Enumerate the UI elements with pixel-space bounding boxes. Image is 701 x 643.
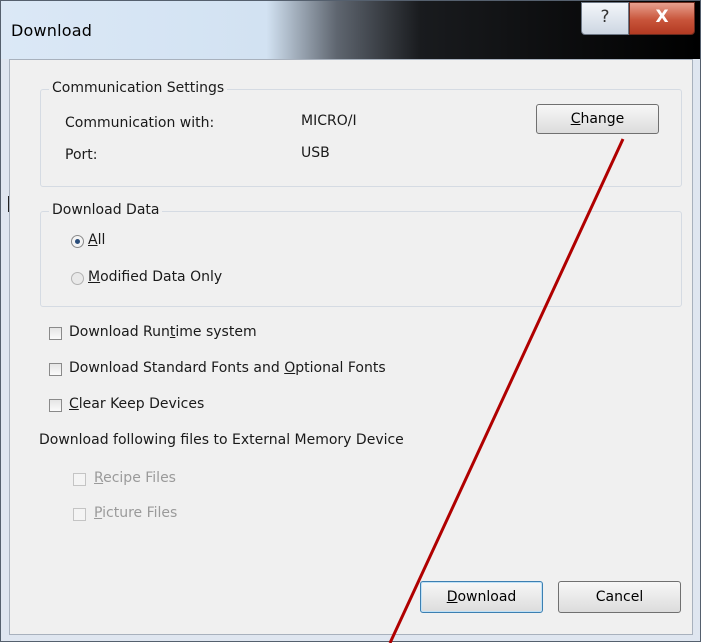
clear-keep-devices-label[interactable]: Clear Keep Devices <box>69 396 204 412</box>
recipe-files-checkbox[interactable] <box>73 473 86 486</box>
cancel-button-label: Cancel <box>595 589 644 605</box>
recipe-mnemonic: R <box>94 470 104 486</box>
external-memory-label: Download following files to External Mem… <box>39 432 404 448</box>
port-value: USB <box>301 145 330 161</box>
fonts-mnemonic: O <box>284 360 296 376</box>
close-icon: X <box>655 7 669 27</box>
clear-keep-text: lear Keep Devices <box>78 396 205 412</box>
fonts-text-post: ptional Fonts <box>295 360 386 376</box>
port-label: Port: <box>65 147 98 163</box>
radio-modified-mnemonic: M <box>88 269 101 285</box>
radio-all-mnemonic: A <box>88 232 98 248</box>
download-mnemonic: D <box>446 589 458 605</box>
clear-keep-devices-checkbox[interactable] <box>49 399 62 412</box>
radio-selected-dot <box>75 239 80 244</box>
cancel-button[interactable]: Cancel <box>558 581 681 613</box>
window-title: Download <box>11 21 93 40</box>
communication-settings-title: Communication Settings <box>49 80 228 96</box>
radio-all-text: ll <box>97 232 106 248</box>
close-button[interactable]: X <box>629 2 695 35</box>
download-button[interactable]: Download <box>420 581 543 613</box>
change-button[interactable]: Change <box>536 104 659 134</box>
picture-files-checkbox[interactable] <box>73 508 86 521</box>
title-bar[interactable]: Download ? X <box>1 1 700 59</box>
download-fonts-checkbox[interactable] <box>49 363 62 376</box>
change-button-label: hange <box>580 111 625 127</box>
clear-keep-mnemonic: C <box>69 396 79 412</box>
fonts-text-pre: Download Standard Fonts and <box>69 360 285 376</box>
download-button-label: ownload <box>457 589 517 605</box>
communication-with-label: Communication with: <box>65 115 215 131</box>
communication-with-value: MICRO/I <box>301 113 357 129</box>
runtime-text-pre: Download Run <box>69 324 170 340</box>
download-data-title: Download Data <box>49 202 163 218</box>
runtime-text-post: ime system <box>175 324 257 340</box>
picture-files-label[interactable]: Picture Files <box>94 505 177 521</box>
download-fonts-label[interactable]: Download Standard Fonts and Optional Fon… <box>69 360 386 376</box>
download-runtime-checkbox[interactable] <box>49 327 62 340</box>
radio-all[interactable] <box>71 235 84 248</box>
change-button-mnemonic: C <box>570 111 581 127</box>
picture-text: icture Files <box>102 505 178 521</box>
recipe-text: ecipe Files <box>103 470 176 486</box>
download-runtime-label[interactable]: Download Runtime system <box>69 324 257 340</box>
radio-modified-only[interactable] <box>71 272 84 285</box>
radio-modified-only-label[interactable]: Modified Data Only <box>88 269 222 285</box>
help-icon: ? <box>600 7 610 27</box>
download-dialog: Download ? X Communication Settings Comm… <box>0 0 701 643</box>
radio-all-label[interactable]: All <box>88 232 105 248</box>
radio-modified-text: odified Data Only <box>100 269 223 285</box>
download-data-group: Download Data <box>40 202 682 307</box>
help-button[interactable]: ? <box>581 2 629 35</box>
picture-mnemonic: P <box>94 505 103 521</box>
recipe-files-label[interactable]: Recipe Files <box>94 470 176 486</box>
